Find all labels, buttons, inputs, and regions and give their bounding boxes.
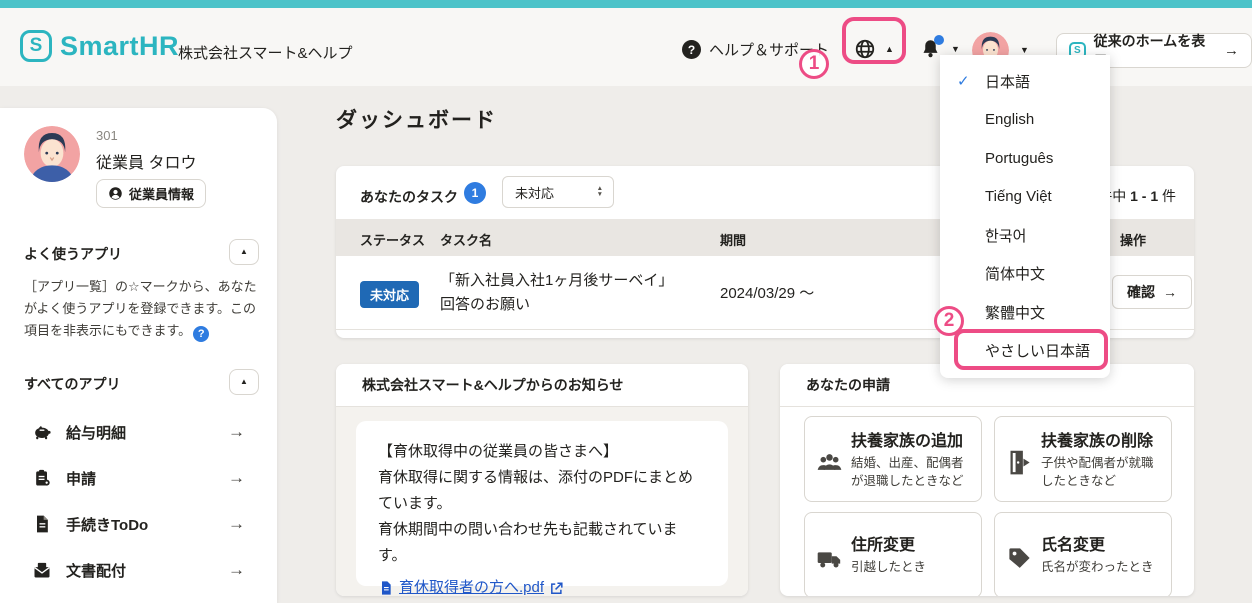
request-card-address-change[interactable]: 住所変更 引越したとき bbox=[804, 512, 982, 596]
task-period: 2024/03/29 ～ bbox=[720, 282, 814, 303]
caret-up-icon: ▲ bbox=[240, 248, 248, 256]
moving-truck-icon bbox=[816, 545, 843, 572]
family-remove-icon bbox=[1006, 449, 1033, 476]
select-spinner-icon: ▲ ▼ bbox=[597, 186, 603, 199]
caret-up-icon: ▲ bbox=[885, 45, 894, 54]
column-period: 期間 bbox=[720, 230, 746, 249]
employee-number: 301 bbox=[96, 128, 118, 143]
company-name: 株式会社スマート&ヘルプ bbox=[178, 42, 353, 63]
caret-up-icon: ▲ bbox=[240, 378, 248, 386]
caret-down-icon: ▼ bbox=[1020, 46, 1029, 55]
all-apps-section-header: すべてのアプリ bbox=[24, 374, 120, 394]
arrow-right-icon: → bbox=[228, 560, 245, 580]
family-add-icon bbox=[816, 449, 843, 476]
menu-item-simplified-chinese[interactable]: 简体中文 bbox=[940, 255, 1110, 294]
request-card-remove-dependent[interactable]: 扶養家族の削除 子供や配偶者が就職したときなど bbox=[994, 416, 1172, 502]
document-icon bbox=[378, 580, 394, 596]
menu-item-portuguese[interactable]: Português bbox=[940, 139, 1110, 178]
question-circle-icon: ? bbox=[682, 40, 701, 59]
request-card-title: 扶養家族の追加 bbox=[851, 427, 973, 451]
sidebar-item-label: 給与明細 bbox=[66, 422, 126, 443]
person-circle-icon bbox=[108, 186, 123, 201]
external-link-icon bbox=[549, 581, 564, 596]
legacy-home-label: 従来のホームを表示 bbox=[1094, 31, 1216, 71]
request-card-desc: 子供や配偶者が就職したときなど bbox=[1041, 454, 1163, 490]
request-clipboard-icon bbox=[32, 468, 52, 488]
sidebar-item-payslip[interactable]: 給与明細 → bbox=[32, 420, 252, 444]
notice-message: 【育休取得中の従業員の皆さまへ】 育休取得に関する情報は、添付のPDFにまとめて… bbox=[356, 421, 728, 586]
brand-top-border bbox=[0, 0, 1252, 8]
sidebar-item-requests[interactable]: 申請 → bbox=[32, 466, 252, 490]
task-name: 「新入社員入社1ヶ月後サーベイ」 回答のお願い bbox=[440, 269, 673, 317]
column-task-name: タスク名 bbox=[440, 230, 492, 249]
request-card-title: 氏名変更 bbox=[1041, 531, 1163, 555]
task-status-filter-select[interactable]: 未対応 ▲ ▼ bbox=[502, 176, 614, 208]
employee-name: 従業員 タロウ bbox=[96, 149, 196, 173]
employee-avatar bbox=[24, 126, 80, 182]
todo-document-icon bbox=[32, 514, 52, 534]
sidebar-item-label: 手続きToDo bbox=[66, 514, 148, 535]
annotation-step-1: 1 bbox=[799, 49, 829, 79]
employee-info-button[interactable]: 従業員情報 bbox=[96, 179, 206, 208]
arrow-right-icon: → bbox=[1224, 42, 1239, 59]
arrow-right-icon: → bbox=[228, 514, 245, 534]
company-notice-card: 株式会社スマート&ヘルプからのお知らせ 【育休取得中の従業員の皆さまへ】 育休取… bbox=[336, 364, 748, 596]
column-action: 操作 bbox=[1120, 230, 1146, 249]
smarthr-logo[interactable]: S SmartHR bbox=[20, 30, 179, 62]
notification-dot bbox=[934, 35, 944, 45]
piggy-bank-icon bbox=[32, 422, 52, 442]
request-card-desc: 氏名が変わったとき bbox=[1041, 558, 1163, 576]
request-card-add-dependent[interactable]: 扶養家族の追加 結婚、出産、配偶者が退職したときなど bbox=[804, 416, 982, 502]
notice-title: 株式会社スマート&ヘルプからのお知らせ bbox=[336, 364, 748, 407]
favorites-collapse-button[interactable]: ▲ bbox=[229, 239, 259, 265]
language-dropdown-menu: ✓ 日本語 English Português Tiếng Việt 한국어 简… bbox=[940, 55, 1110, 378]
mail-document-icon bbox=[32, 560, 52, 580]
globe-icon bbox=[854, 38, 876, 60]
menu-item-korean[interactable]: 한국어 bbox=[940, 216, 1110, 255]
notice-body: 【育休取得中の従業員の皆さまへ】 育休取得に関する情報は、添付のPDFにまとめて… bbox=[336, 407, 748, 596]
menu-item-traditional-chinese[interactable]: 繁體中文 bbox=[940, 293, 1110, 332]
request-card-desc: 引越したとき bbox=[851, 558, 973, 576]
employee-info-label: 従業員情報 bbox=[129, 184, 194, 203]
tasks-title: あなたのタスク bbox=[360, 187, 458, 207]
brand-name: SmartHR bbox=[60, 31, 179, 62]
sidebar-item-document-delivery[interactable]: 文書配付 → bbox=[32, 558, 252, 582]
name-tag-icon bbox=[1006, 545, 1033, 572]
task-filter-value: 未対応 bbox=[515, 183, 554, 202]
favorites-section-header: よく使うアプリ bbox=[24, 244, 122, 264]
annotation-step-2: 2 bbox=[934, 306, 964, 336]
arrow-right-icon: → bbox=[228, 468, 245, 488]
check-icon: ✓ bbox=[957, 72, 970, 90]
menu-item-vietnamese[interactable]: Tiếng Việt bbox=[940, 178, 1110, 217]
all-apps-collapse-button[interactable]: ▲ bbox=[229, 369, 259, 395]
your-requests-card: あなたの申請 扶養家族の追加 結婚、出産、配偶者が退職したときなど 扶養家族の削… bbox=[780, 364, 1194, 596]
sidebar-item-label: 文書配付 bbox=[66, 560, 126, 581]
help-question-icon[interactable]: ? bbox=[193, 326, 209, 342]
language-menu-button[interactable]: ▲ bbox=[854, 38, 894, 60]
sidebar: 301 従業員 タロウ 従業員情報 よく使うアプリ ▲ ［アプリ一覧］の☆マーク… bbox=[0, 108, 277, 603]
status-badge: 未対応 bbox=[360, 281, 419, 308]
smarthr-dashboard-page: S SmartHR 株式会社スマート&ヘルプ ? ヘルプ＆サポート ▲ ▼ ▼ bbox=[0, 0, 1252, 603]
menu-item-easy-japanese[interactable]: やさしい日本語 bbox=[940, 332, 1110, 371]
smarthr-logo-icon: S bbox=[20, 30, 52, 62]
sidebar-item-label: 申請 bbox=[66, 468, 96, 489]
request-card-title: 住所変更 bbox=[851, 531, 973, 555]
pdf-attachment-link[interactable]: 育休取得者の方へ.pdf bbox=[378, 575, 564, 596]
column-status: ステータス bbox=[360, 230, 425, 249]
menu-item-english[interactable]: English bbox=[940, 101, 1110, 140]
confirm-button[interactable]: 確認 → bbox=[1112, 275, 1192, 309]
favorites-note: ［アプリ一覧］の☆マークから、あなたがよく使うアプリを登録できます。この項目を非… bbox=[24, 276, 258, 342]
request-card-name-change[interactable]: 氏名変更 氏名が変わったとき bbox=[994, 512, 1172, 596]
task-count-badge: 1 bbox=[464, 182, 486, 204]
arrow-right-icon: → bbox=[1163, 284, 1177, 300]
request-card-desc: 結婚、出産、配偶者が退職したときなど bbox=[851, 454, 973, 490]
menu-item-japanese[interactable]: ✓ 日本語 bbox=[940, 62, 1110, 101]
page-title: ダッシュボード bbox=[336, 104, 497, 134]
sidebar-item-procedures-todo[interactable]: 手続きToDo → bbox=[32, 512, 252, 536]
arrow-right-icon: → bbox=[228, 422, 245, 442]
caret-down-icon: ▼ bbox=[951, 45, 960, 54]
request-card-title: 扶養家族の削除 bbox=[1041, 427, 1163, 451]
